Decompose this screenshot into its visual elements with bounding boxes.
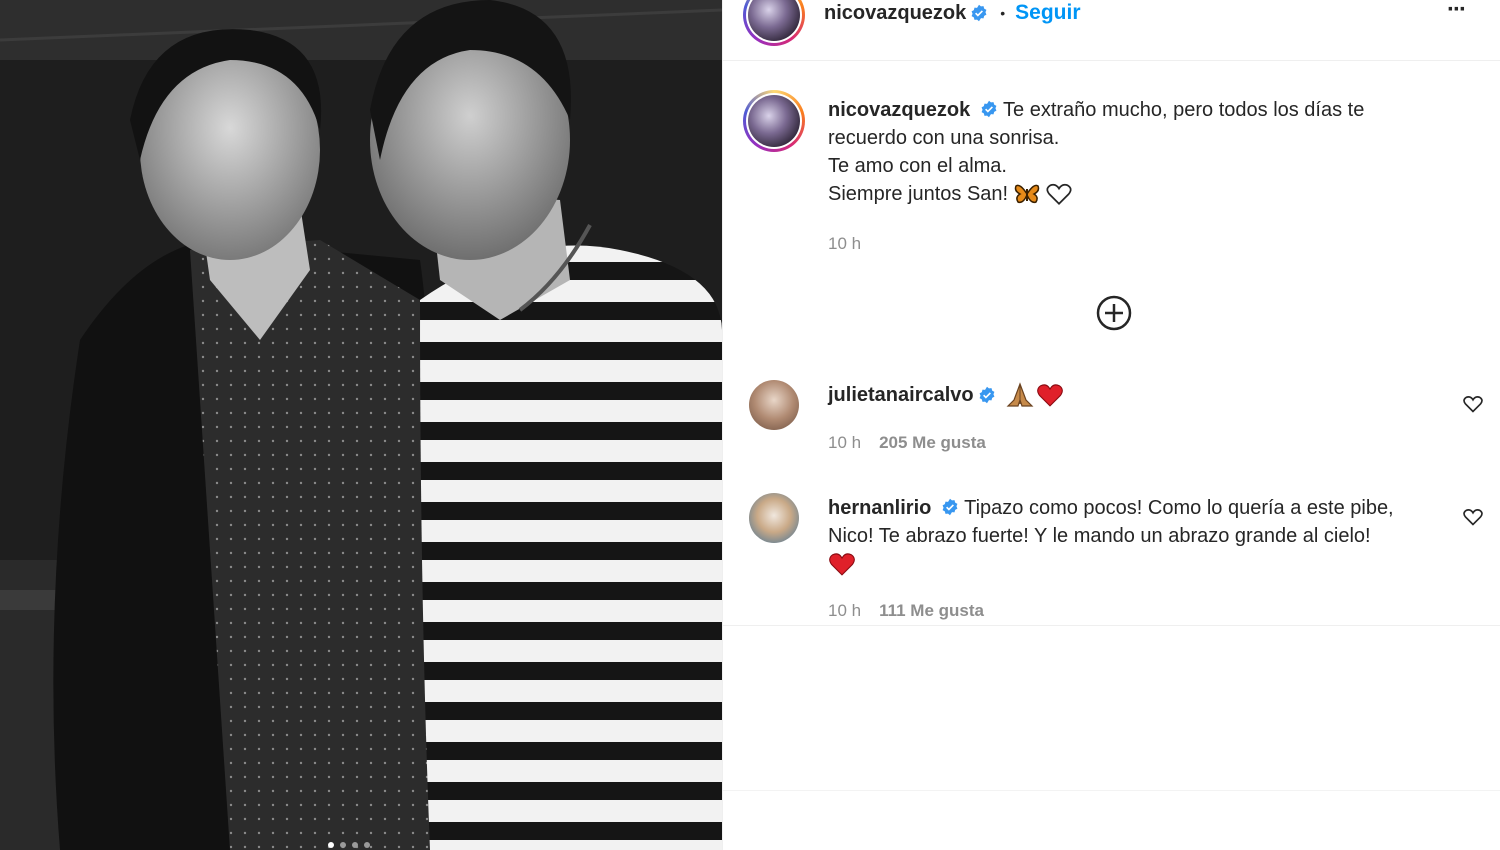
carousel-indicators <box>328 842 370 848</box>
carousel-dot <box>352 842 358 848</box>
comment-timestamp: 10 h <box>828 601 862 620</box>
comment-text-line-2: Nico! Te abrazo fuerte! Y le mando un ab… <box>828 525 1371 547</box>
caption-line-2: recuerdo con una sonrisa. <box>828 127 1060 149</box>
verified-icon <box>979 386 995 404</box>
caption-line-4: Siempre juntos San! <box>828 183 1009 205</box>
butterfly-emoji <box>1014 184 1040 204</box>
post-header: nicovazquezok • Seguir ··· <box>723 0 1500 61</box>
carousel-dot <box>340 842 346 848</box>
photo-illustration <box>0 0 722 850</box>
verified-icon <box>942 498 958 516</box>
commenter-avatar[interactable] <box>749 380 799 430</box>
caption-line-1: Te extraño mucho, pero todos los días te <box>1003 99 1365 121</box>
comment-meta: 10 h 111 Me gusta <box>828 601 984 621</box>
verified-icon <box>971 4 987 22</box>
carousel-dot <box>364 842 370 848</box>
comment: julietanaircalvo <box>828 382 1064 408</box>
more-options-icon[interactable]: ··· <box>1447 0 1467 24</box>
load-more-comments-icon[interactable] <box>1096 295 1132 331</box>
comment-meta: 10 h 205 Me gusta <box>828 433 986 453</box>
caption-timestamp: 10 h <box>828 234 862 253</box>
caption: nicovazquezok Te extraño mucho, pero tod… <box>828 96 1468 208</box>
like-comment-icon[interactable] <box>1463 507 1483 527</box>
follow-button[interactable]: Seguir <box>1015 1 1080 25</box>
comment-likes[interactable]: 205 Me gusta <box>879 433 986 453</box>
header-username[interactable]: nicovazquezok <box>824 2 966 25</box>
header-separator: • <box>1000 5 1006 21</box>
post-details-panel: nicovazquezok • Seguir ··· nicovazquezok… <box>722 0 1500 850</box>
divider <box>723 790 1500 791</box>
comment-username[interactable]: julietanaircalvo <box>828 384 974 407</box>
red-heart-emoji <box>1036 384 1063 407</box>
caption-username[interactable]: nicovazquezok <box>828 99 970 121</box>
red-heart-emoji <box>829 553 855 576</box>
comment: hernanlirio Tipazo como pocos! Como lo q… <box>828 494 1438 584</box>
divider <box>723 625 1500 626</box>
caption-line-3: Te amo con el alma. <box>828 155 1007 177</box>
like-comment-icon[interactable] <box>1463 394 1483 414</box>
pray-emoji <box>1006 382 1034 407</box>
caption-author-avatar[interactable] <box>743 90 805 152</box>
comment-username[interactable]: hernanlirio <box>828 497 931 519</box>
commenter-avatar[interactable] <box>749 493 799 543</box>
author-avatar[interactable] <box>743 0 805 46</box>
comment-text-line-1: Tipazo como pocos! Como lo quería a este… <box>964 497 1394 519</box>
verified-icon <box>981 100 997 118</box>
comment-likes[interactable]: 111 Me gusta <box>879 601 984 621</box>
comment-timestamp: 10 h <box>828 433 862 452</box>
carousel-dot-active <box>328 842 334 848</box>
heart-outline-icon <box>1046 183 1072 205</box>
post-photo[interactable] <box>0 0 722 850</box>
